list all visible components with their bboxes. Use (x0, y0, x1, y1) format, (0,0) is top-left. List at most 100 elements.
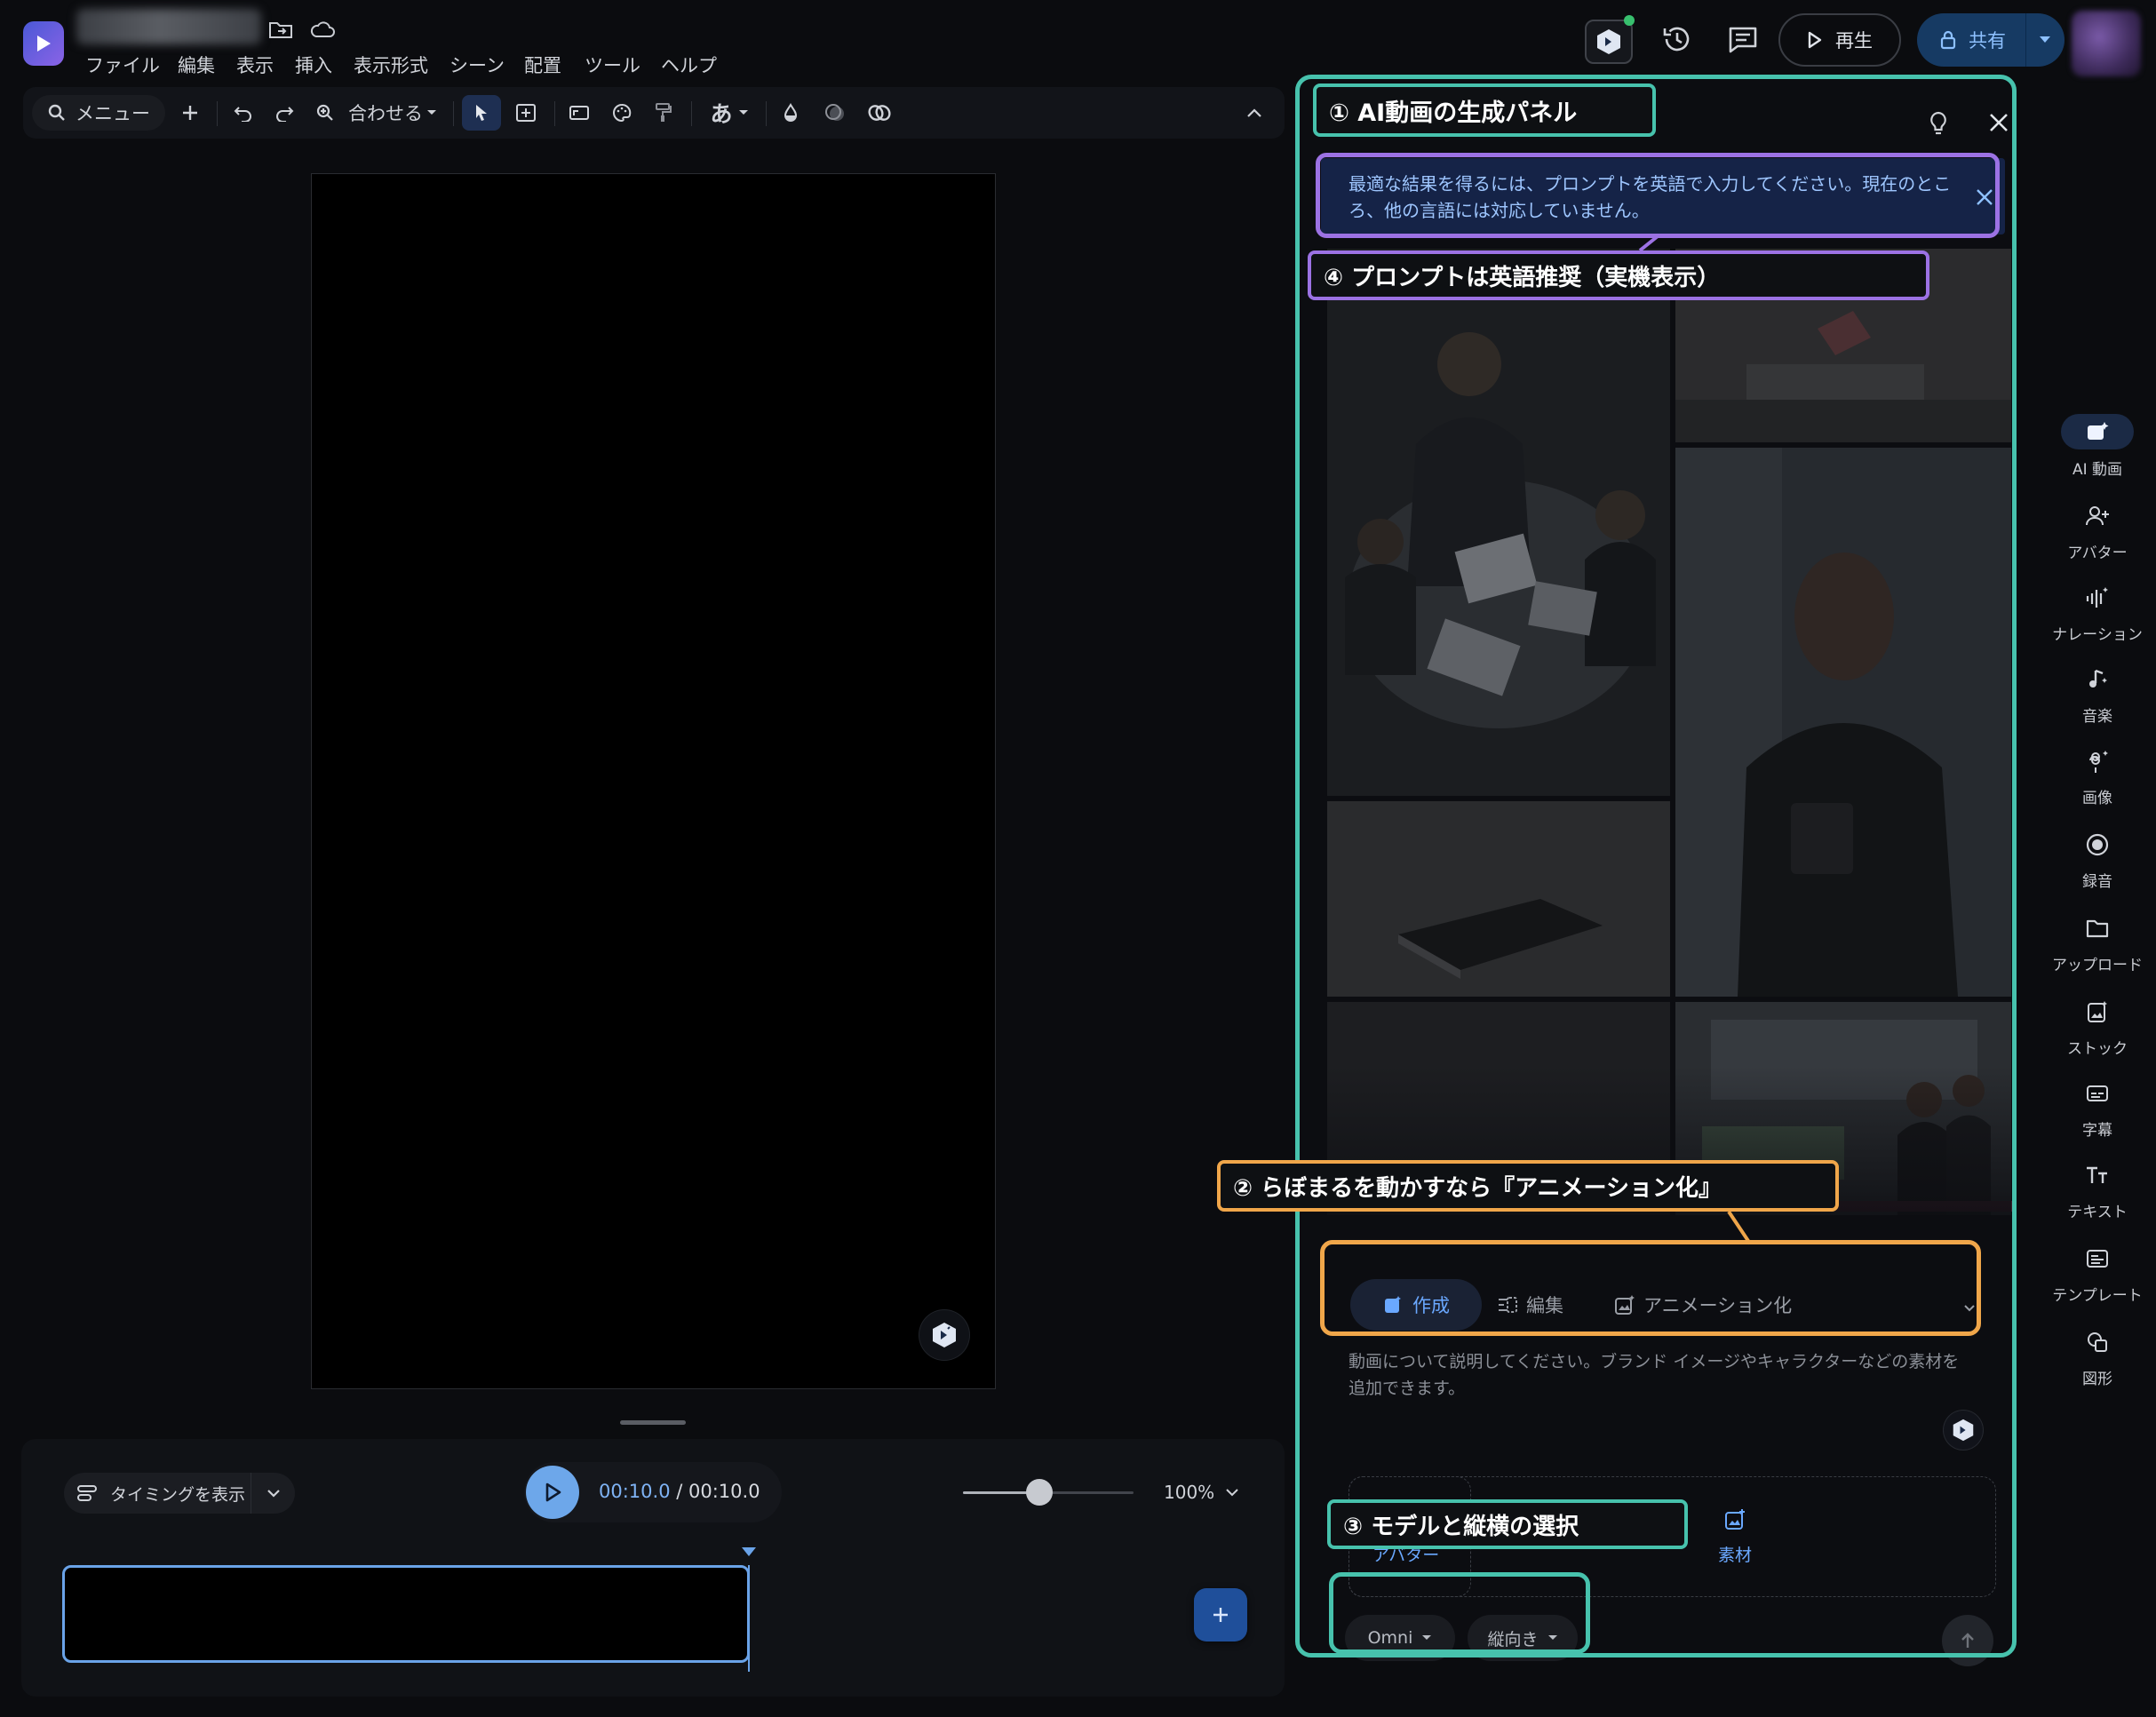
annotation-text-2: ② らぼまるを動かすなら『アニメーション化』 (1233, 1174, 1722, 1202)
play-icon (545, 1483, 561, 1502)
version-history-icon[interactable] (1661, 23, 1693, 55)
add-icon[interactable] (172, 87, 208, 139)
show-timing-label: タイミングを表示 (110, 1484, 246, 1505)
collapse-toolbar-icon[interactable] (1237, 87, 1272, 139)
share-button[interactable]: 共有 (1917, 13, 2065, 67)
rail-item-record[interactable]: 録音 (2045, 830, 2150, 891)
avatar-icon (2086, 506, 2109, 526)
rail-item-upload[interactable]: アップロード (2045, 913, 2150, 974)
move-to-folder-icon[interactable] (268, 20, 293, 39)
caret-down-icon (738, 110, 748, 115)
palette-icon[interactable] (602, 87, 641, 139)
menu-edit[interactable]: 編集 (178, 52, 215, 78)
ai-assistant-fab[interactable] (919, 1310, 969, 1360)
search-icon (48, 104, 65, 121)
text-style-dropdown[interactable]: あ (698, 87, 760, 139)
share-label: 共有 (1969, 30, 2006, 52)
rail-item-music[interactable]: 音楽 (2045, 664, 2150, 726)
status-dot (1624, 15, 1635, 26)
timeline-zoom-value: 100% (1164, 1482, 1215, 1503)
music-note-icon (2089, 669, 2107, 688)
rail-item-text[interactable]: テキスト (2045, 1160, 2150, 1221)
folder-icon (2086, 919, 2109, 938)
shadow-effect-icon[interactable] (815, 87, 855, 139)
annotation-tabs-outline (1320, 1240, 1981, 1336)
annotation-text-4: ④ プロンプトは英語推奨（実機表示） (1324, 264, 1721, 291)
record-icon (2086, 833, 2109, 856)
share-divider (2025, 13, 2026, 67)
rail-item-avatar[interactable]: アバター (2045, 501, 2150, 562)
rail-label-record: 録音 (2082, 873, 2112, 891)
undo-icon[interactable] (226, 87, 261, 139)
rail-label-ai-video: AI 動画 (2072, 461, 2123, 479)
link-chain-icon[interactable] (858, 87, 901, 139)
select-pointer-icon[interactable] (462, 95, 501, 131)
video-canvas[interactable] (311, 173, 996, 1389)
scene-clip[interactable] (62, 1565, 750, 1663)
annotation-banner-outline (1316, 153, 2000, 238)
rail-label-shapes: 図形 (2082, 1371, 2112, 1388)
annotation-text-3: ③ モデルと縦横の選択 (1343, 1513, 1579, 1540)
ai-agent-button[interactable] (1585, 20, 1633, 64)
timeline-zoom-dropdown[interactable]: 100% (1164, 1482, 1239, 1503)
menu-tools[interactable]: ツール (585, 52, 640, 78)
lock-icon (1940, 30, 1956, 50)
playhead-marker-icon[interactable] (740, 1546, 758, 1560)
add-scene-button[interactable] (1194, 1588, 1247, 1641)
annotation-label-2: ② らぼまるを動かすなら『アニメーション化』 (1217, 1160, 1839, 1212)
rail-item-ai-video[interactable]: AI 動画 (2045, 414, 2150, 479)
rail-label-upload: アップロード (2052, 957, 2143, 974)
menu-insert[interactable]: 挿入 (295, 52, 332, 78)
annotation-chips-outline (1329, 1572, 1590, 1654)
rail-item-shapes[interactable]: 図形 (2045, 1327, 2150, 1388)
ai-hexagon-icon (1597, 29, 1620, 54)
redo-icon[interactable] (267, 87, 302, 139)
play-button[interactable] (526, 1466, 579, 1519)
rail-label-subtitles: 字幕 (2082, 1122, 2112, 1140)
time-separator: / (670, 1481, 688, 1502)
play-icon (1808, 31, 1822, 49)
rail-item-subtitles[interactable]: 字幕 (2045, 1078, 2150, 1140)
zoom-slider-thumb[interactable] (1026, 1479, 1053, 1506)
plus-icon (1213, 1608, 1228, 1622)
comments-icon[interactable] (1727, 25, 1759, 55)
playhead-line[interactable] (748, 1565, 750, 1672)
document-title-blurred[interactable] (76, 9, 261, 44)
fill-color-icon[interactable] (771, 87, 810, 139)
menu-scene[interactable]: シーン (449, 52, 505, 78)
editor-toolbar: メニュー 合わせる あ (23, 87, 1285, 139)
toolbar-divider (217, 101, 218, 126)
app-logo[interactable] (23, 21, 64, 66)
zoom-fit-dropdown[interactable]: 合わせる (348, 87, 437, 139)
menu-file[interactable]: ファイル (85, 52, 160, 78)
template-icon (2087, 1250, 2108, 1268)
play-logo-icon (37, 36, 51, 52)
toolbar-divider (453, 101, 454, 126)
rail-item-image[interactable]: 画像 (2045, 746, 2150, 807)
show-timing-button[interactable]: タイミングを表示 (64, 1473, 295, 1514)
preview-play-label: 再生 (1835, 30, 1873, 52)
subtitles-icon (2087, 1085, 2108, 1101)
crop-frame-icon[interactable] (560, 87, 599, 139)
preview-play-button[interactable]: 再生 (1778, 13, 1901, 67)
rail-label-music: 音楽 (2082, 708, 2112, 726)
paint-format-icon[interactable] (643, 87, 682, 139)
rail-item-template[interactable]: テンプレート (2045, 1244, 2150, 1305)
canvas-resize-handle[interactable] (620, 1420, 686, 1425)
menu-arrange[interactable]: 配置 (524, 52, 561, 78)
menu-search[interactable]: メニュー (32, 95, 165, 131)
ai-hexagon-icon (933, 1323, 956, 1347)
rail-item-narration[interactable]: ナレーション (2045, 583, 2150, 644)
add-element-icon[interactable] (506, 87, 545, 139)
menu-search-label: メニュー (76, 103, 150, 124)
toolbar-divider (691, 101, 692, 126)
menu-help[interactable]: ヘルプ (661, 52, 717, 78)
user-avatar-blurred[interactable] (2072, 11, 2141, 76)
annotation-connector (1638, 234, 1659, 252)
menu-view[interactable]: 表示 (236, 52, 274, 78)
menu-format[interactable]: 表示形式 (354, 52, 428, 78)
rail-label-text: テキスト (2067, 1204, 2128, 1221)
zoom-icon[interactable] (307, 87, 343, 139)
rail-item-stock[interactable]: ストック (2045, 997, 2150, 1058)
annotation-text-1: ① AI動画の生成パネル (1329, 99, 1578, 127)
